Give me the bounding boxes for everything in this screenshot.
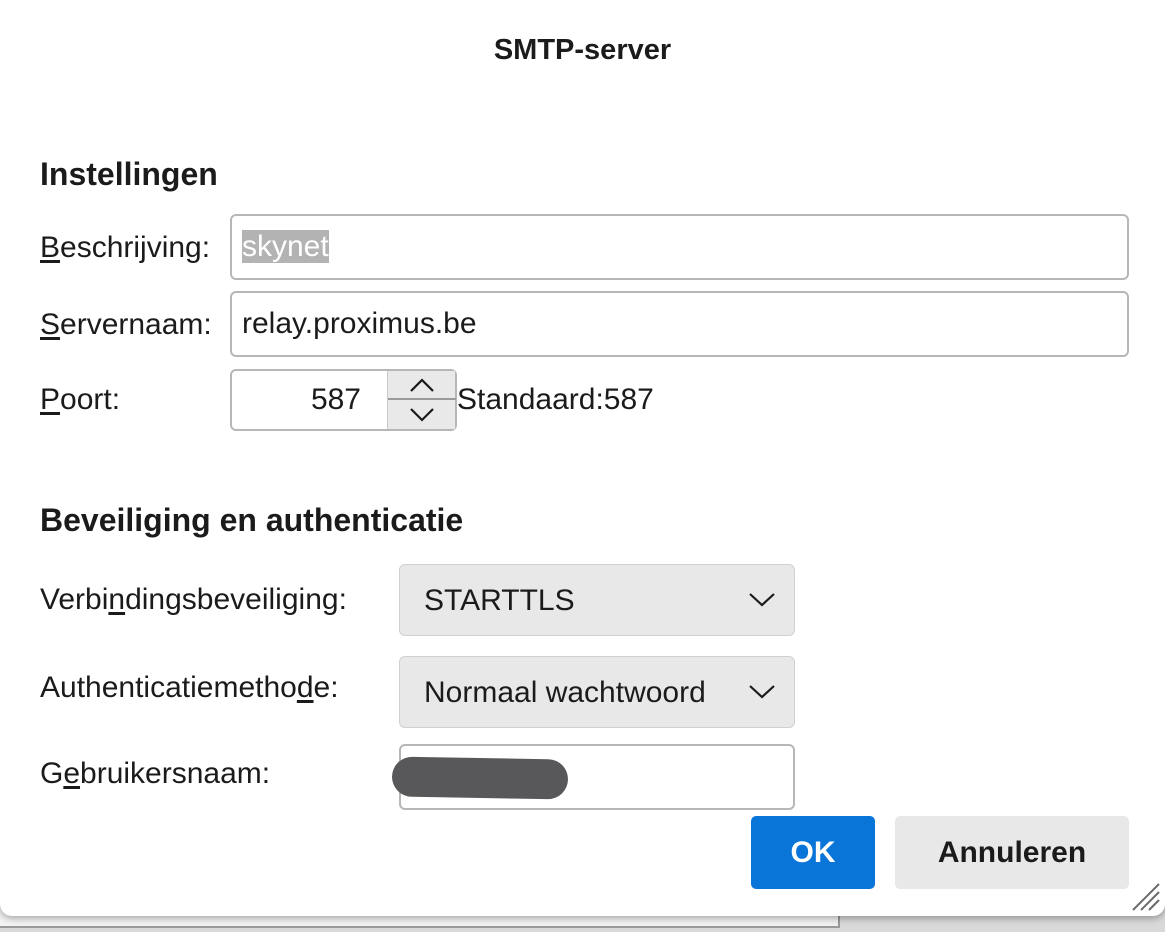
port-label: Poort: <box>40 383 121 416</box>
chevron-down-icon <box>749 685 775 699</box>
settings-heading: Instellingen <box>40 156 218 192</box>
port-spin-buttons <box>387 371 456 429</box>
port-value[interactable]: 587 <box>232 371 387 429</box>
auth-method-label: Authenticatiemethode: <box>40 671 339 704</box>
servername-value: relay.proximus.be <box>242 307 477 340</box>
description-value: skynet <box>242 230 329 263</box>
description-input[interactable]: skynet <box>230 214 1129 280</box>
connection-security-value: STARTTLS <box>424 584 575 617</box>
ok-button[interactable]: OK <box>751 816 875 889</box>
port-default-text: Standaard:587 <box>457 383 654 416</box>
connection-security-select[interactable]: STARTTLS <box>399 564 795 636</box>
auth-method-value: Normaal wachtwoord <box>424 676 706 709</box>
description-label: Beschrijving: <box>40 231 211 264</box>
smtp-server-dialog: SMTP-server Instellingen Beschrijving: s… <box>0 0 1165 916</box>
port-increment-button[interactable] <box>388 371 456 400</box>
servername-input[interactable]: relay.proximus.be <box>230 291 1129 357</box>
auth-method-select[interactable]: Normaal wachtwoord <box>399 656 795 728</box>
chevron-down-icon <box>410 407 434 422</box>
port-spinbox[interactable]: 587 <box>230 369 457 431</box>
chevron-down-icon <box>749 593 775 607</box>
redaction-mark <box>391 756 569 800</box>
resize-grip-icon[interactable] <box>1129 880 1161 912</box>
username-label: Gebruikersnaam: <box>40 757 271 790</box>
connection-security-label: Verbindingsbeveiliging: <box>40 583 347 616</box>
port-decrement-button[interactable] <box>388 400 456 429</box>
security-heading: Beveiliging en authenticatie <box>40 502 464 538</box>
servername-label: Servernaam: <box>40 308 212 341</box>
dialog-title: SMTP-server <box>493 34 672 66</box>
cancel-button[interactable]: Annuleren <box>895 816 1129 889</box>
chevron-up-icon <box>410 377 434 392</box>
